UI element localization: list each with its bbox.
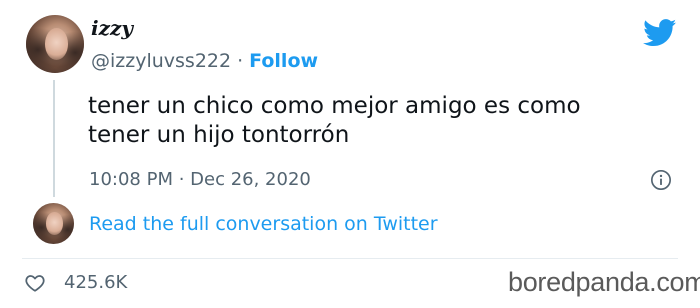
author-avatar[interactable]	[26, 15, 84, 73]
tweet-timestamp[interactable]: 10:08 PM · Dec 26, 2020	[89, 168, 311, 192]
like-button[interactable]: 425.6K	[24, 270, 127, 296]
read-conversation-link[interactable]: Read the full conversation on Twitter	[89, 212, 438, 236]
follow-button[interactable]: Follow	[249, 50, 318, 72]
author-handle-row: @izzyluvss222 · Follow	[91, 49, 318, 73]
footer-divider	[22, 258, 678, 259]
twitter-bird-icon[interactable]	[643, 19, 677, 47]
author-handle[interactable]: @izzyluvss222	[91, 50, 231, 72]
avatar-face	[46, 212, 63, 235]
conversation-avatar[interactable]	[33, 203, 74, 244]
boredpanda-watermark: boredpanda.com	[508, 267, 700, 297]
separator-dot: ·	[237, 50, 244, 72]
avatar-face	[44, 27, 68, 60]
info-circle-icon[interactable]	[650, 169, 672, 191]
thread-connector-line	[53, 80, 55, 197]
tweet-text: tener un chico como mejor amigo es como …	[88, 93, 581, 148]
like-count: 425.6K	[64, 272, 128, 293]
author-display-name[interactable]: izzy	[91, 15, 133, 41]
heart-outline-icon[interactable]	[24, 272, 46, 294]
